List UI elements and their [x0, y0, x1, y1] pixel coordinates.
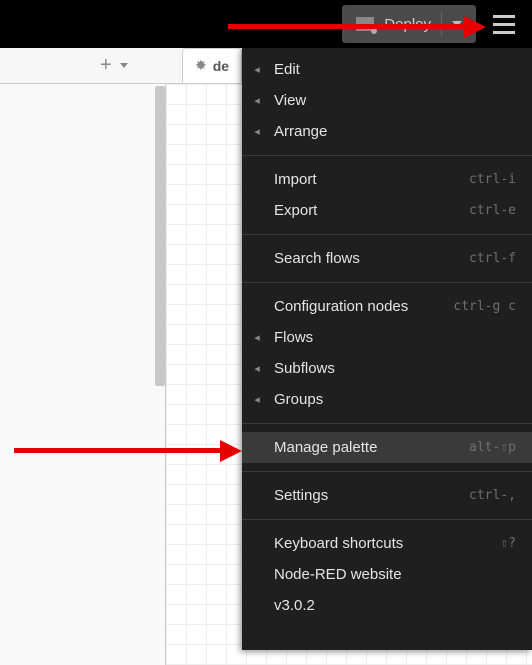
chevron-left-icon: ◂: [250, 393, 264, 406]
menu-separator: [242, 282, 532, 283]
menu-manage-palette[interactable]: Manage palette alt-⇧p: [242, 432, 532, 463]
chevron-left-icon: ◂: [250, 125, 264, 138]
chevron-left-icon: ◂: [250, 331, 264, 344]
menu-separator: [242, 471, 532, 472]
chevron-left-icon: ◂: [250, 362, 264, 375]
tab-list-dropdown[interactable]: [120, 63, 128, 68]
menu-flows[interactable]: ◂ Flows: [242, 322, 532, 353]
menu-import[interactable]: Import ctrl-i: [242, 164, 532, 195]
menu-arrange[interactable]: ◂ Arrange: [242, 116, 532, 147]
chevron-left-icon: ◂: [250, 94, 264, 107]
deploy-icon: [356, 17, 374, 31]
palette-panel: [0, 84, 166, 665]
menu-edit[interactable]: ◂ Edit: [242, 54, 532, 85]
deploy-label: Deploy: [384, 16, 431, 33]
menu-separator: [242, 423, 532, 424]
menu-groups[interactable]: ◂ Groups: [242, 384, 532, 415]
menu-export[interactable]: Export ctrl-e: [242, 195, 532, 226]
chevron-down-icon: [452, 21, 462, 27]
menu-separator: [242, 519, 532, 520]
chevron-left-icon: ◂: [250, 63, 264, 76]
menu-settings[interactable]: Settings ctrl-,: [242, 480, 532, 511]
tab-label: de: [213, 58, 229, 74]
main-menu-button[interactable]: [484, 4, 524, 44]
menu-search-flows[interactable]: Search flows ctrl-f: [242, 243, 532, 274]
menu-keyboard-shortcuts[interactable]: Keyboard shortcuts ⇧?: [242, 528, 532, 559]
menu-website[interactable]: Node-RED website: [242, 559, 532, 590]
scrollbar-thumb[interactable]: [155, 86, 165, 386]
menu-separator: [242, 155, 532, 156]
menu-version[interactable]: v3.0.2: [242, 590, 532, 621]
bug-icon: ✸: [195, 57, 207, 74]
menu-separator: [242, 234, 532, 235]
menu-view[interactable]: ◂ View: [242, 85, 532, 116]
menu-subflows[interactable]: ◂ Subflows: [242, 353, 532, 384]
divider: [441, 12, 442, 36]
menu-configuration-nodes[interactable]: Configuration nodes ctrl-g c: [242, 291, 532, 322]
add-tab-button[interactable]: +: [100, 54, 112, 77]
hamburger-icon: [493, 15, 515, 18]
main-menu: ◂ Edit ◂ View ◂ Arrange Import ctrl-i Ex…: [242, 48, 532, 650]
app-header: Deploy: [0, 0, 532, 48]
deploy-button[interactable]: Deploy: [342, 5, 476, 43]
flow-tab[interactable]: ✸ de: [182, 48, 242, 83]
